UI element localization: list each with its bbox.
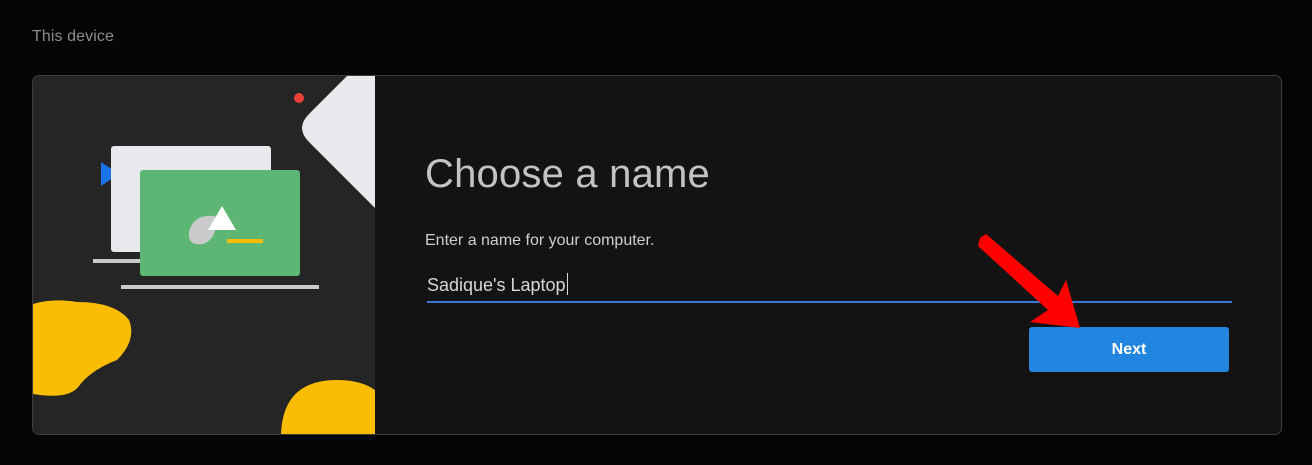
instructions-text: Enter a name for your computer. <box>425 232 655 249</box>
yellow-line <box>227 239 263 243</box>
dialog-title: Choose a name <box>425 152 711 196</box>
section-label: This device <box>32 28 115 45</box>
computer-name-text: Sadique's Laptop <box>427 275 566 295</box>
computer-name-input[interactable]: Sadique's Laptop <box>427 271 1232 303</box>
computer-name-value: Sadique's Laptop <box>427 273 568 296</box>
text-caret <box>566 273 568 295</box>
page: This device Choose a name Enter a name f… <box>0 0 1312 465</box>
yellow-blob-right <box>281 380 375 434</box>
red-arrow-annotation <box>978 234 1080 328</box>
illustration-graphic <box>33 76 375 434</box>
red-dot <box>294 93 304 103</box>
yellow-blob-left <box>33 300 132 396</box>
dialog-content: Choose a name Enter a name for your comp… <box>375 76 1281 434</box>
front-laptop-base <box>121 285 319 289</box>
decorative-shape <box>302 76 375 208</box>
computer-illustration <box>33 76 375 434</box>
arrow-shape <box>978 234 1080 328</box>
